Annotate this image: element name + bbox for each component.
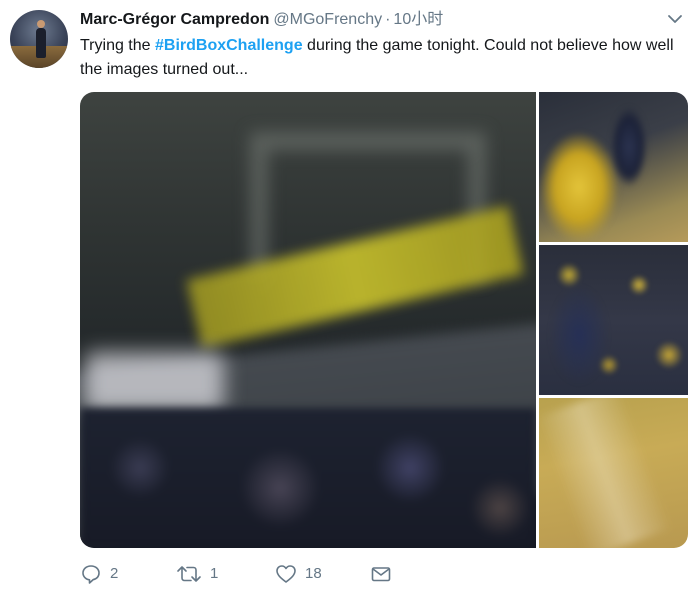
heart-icon [275, 563, 297, 585]
tweet-actions: 2 1 18 [80, 561, 480, 587]
avatar-figure [36, 20, 46, 58]
direct-message-button[interactable] [370, 561, 392, 587]
blur-shape [609, 102, 649, 192]
media-photo-3[interactable] [539, 245, 688, 395]
avatar[interactable] [10, 10, 68, 68]
blur-shape [539, 398, 672, 548]
reply-button[interactable]: 2 [80, 561, 118, 587]
tweet-header: Marc-Grégor Campredon @MGoFrenchy · 10小时 [80, 9, 443, 31]
hashtag-link[interactable]: #BirdBoxChallenge [155, 37, 303, 54]
blur-shape [84, 352, 224, 412]
tweet-text: Trying the #BirdBoxChallenge during the … [80, 34, 690, 82]
blur-shape [80, 408, 536, 548]
media-photo-4[interactable] [539, 398, 688, 548]
separator-dot: · [385, 11, 391, 28]
media-gallery [80, 92, 688, 548]
retweet-count: 1 [210, 565, 219, 582]
media-photo-1[interactable] [80, 92, 536, 548]
tweet: Marc-Grégor Campredon @MGoFrenchy · 10小时 Tr… [0, 0, 700, 593]
reply-icon [80, 563, 102, 585]
reply-count: 2 [110, 565, 119, 582]
author-handle[interactable]: @MGoFrenchy [273, 11, 382, 28]
tweet-timestamp[interactable]: 10小时 [393, 11, 443, 28]
media-photo-2[interactable] [539, 92, 688, 242]
retweet-button[interactable]: 1 [176, 561, 218, 587]
author-name[interactable]: Marc-Grégor Campredon [80, 11, 269, 28]
like-button[interactable]: 18 [275, 561, 322, 587]
tweet-text-start: Trying the [80, 37, 155, 54]
chevron-down-icon[interactable] [664, 10, 686, 28]
blur-shape [539, 245, 688, 395]
envelope-icon [370, 563, 392, 585]
retweet-icon [176, 563, 202, 585]
like-count: 18 [305, 565, 322, 582]
blur-shape [539, 132, 619, 242]
